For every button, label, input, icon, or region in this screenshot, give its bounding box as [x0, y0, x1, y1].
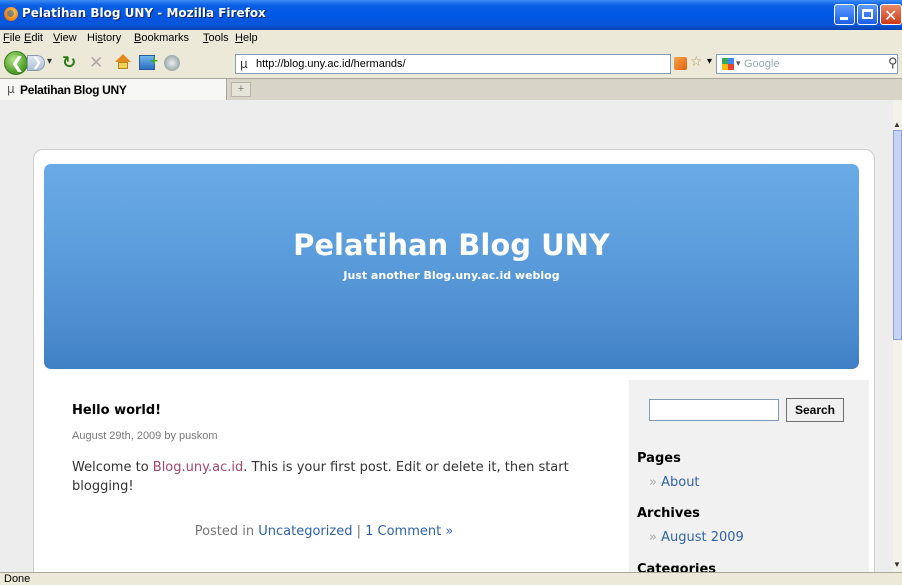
raquo-icon: »	[649, 530, 662, 545]
menu-file-rest: ile	[9, 32, 21, 44]
window-title: Pelatihan Blog UNY - Mozilla Firefox	[22, 6, 266, 20]
menu-file-key: F	[3, 32, 10, 44]
post-body-link[interactable]: Blog.uny.ac.id	[153, 460, 243, 475]
menu-history[interactable]: History	[87, 32, 121, 44]
post-meta-separator: |	[352, 524, 366, 539]
url-text[interactable]: http://blog.uny.ac.id/hermands/	[256, 58, 406, 70]
close-icon: ✕	[884, 6, 898, 25]
star-icon[interactable]: ☆	[690, 54, 703, 70]
archive-link-label: August 2009	[661, 530, 744, 545]
site-favicon-icon: µ	[240, 57, 248, 71]
menu-edit[interactable]: Edit	[24, 32, 43, 44]
maximize-button[interactable]	[857, 4, 878, 25]
rss-icon[interactable]	[674, 57, 687, 70]
menu-bookmarks-rest: ookmarks	[141, 32, 190, 44]
sidebar: Search Pages » About Archives » August 2…	[629, 380, 869, 572]
menu-file[interactable]: File	[3, 32, 21, 44]
sidebar-link-august-2009[interactable]: » August 2009	[649, 530, 744, 545]
pages-heading: Pages	[637, 451, 681, 466]
url-bar[interactable]: µ http://blog.uny.ac.id/hermands/	[235, 54, 671, 74]
maximize-icon	[862, 9, 873, 19]
back-icon: ❮	[11, 55, 24, 72]
post-meta-prefix: Posted in	[194, 524, 259, 539]
window-titlebar[interactable]: Pelatihan Blog UNY - Mozilla Firefox ✕	[0, 0, 902, 30]
sidebar-link-about[interactable]: » About	[649, 475, 700, 490]
engine-dropdown-icon[interactable]: ▾	[736, 58, 741, 69]
stop-button[interactable]: ✕	[89, 53, 103, 73]
reload-button[interactable]: ↻	[62, 53, 76, 73]
back-button[interactable]: ❮	[4, 51, 28, 75]
menu-tools-rest: ools	[208, 32, 229, 44]
close-button[interactable]: ✕	[880, 4, 902, 25]
comments-link[interactable]: 1 Comment »	[365, 524, 453, 539]
blog-tagline: Just another Blog.uny.ac.id weblog	[343, 269, 560, 282]
menu-view-rest: iew	[60, 32, 77, 44]
home-wall	[118, 62, 128, 69]
blog-title[interactable]: Pelatihan Blog UNY	[44, 228, 859, 262]
post-date: August 29th, 2009 by puskom	[72, 430, 218, 442]
forward-icon: ❯	[32, 55, 43, 69]
tab-pelatihan-blog[interactable]: µ Pelatihan Blog UNY	[0, 79, 227, 100]
blog-header[interactable]: Pelatihan Blog UNY Just another Blog.uny…	[44, 164, 859, 369]
tab-favicon-icon: µ	[7, 82, 15, 96]
minimize-icon	[840, 17, 848, 20]
menu-help-rest: elp	[242, 32, 258, 44]
menu-bar: File Edit View History Bookmarks Tools H…	[0, 30, 902, 48]
sidebar-search-input[interactable]	[649, 399, 779, 421]
home-roof	[115, 54, 131, 62]
menu-help-key: H	[235, 32, 243, 44]
page-content: Pelatihan Blog UNY Just another Blog.uny…	[0, 100, 893, 572]
vertical-scrollbar[interactable]: ▲ ▼	[893, 100, 902, 572]
post-body: Welcome to Blog.uny.ac.id. This is your …	[72, 458, 592, 496]
post-meta: Posted in Uncategorized | 1 Comment »	[34, 524, 614, 539]
history-dropdown-icon[interactable]: ▾	[47, 56, 52, 67]
status-bar: Done	[0, 572, 902, 585]
search-placeholder: Google	[744, 58, 780, 70]
google-icon[interactable]	[722, 58, 734, 70]
forward-button[interactable]: ❯	[27, 55, 45, 71]
menu-edit-rest: dit	[31, 32, 43, 44]
scroll-down-icon[interactable]: ▼	[893, 560, 901, 569]
blog-container: Pelatihan Blog UNY Just another Blog.uny…	[33, 149, 875, 572]
menu-tools[interactable]: Tools	[203, 32, 229, 44]
extension-icon[interactable]	[164, 55, 180, 71]
category-link[interactable]: Uncategorized	[258, 524, 352, 539]
about-link-label: About	[661, 475, 700, 490]
menu-help[interactable]: Help	[235, 32, 258, 44]
scrollbar-thumb[interactable]	[893, 130, 902, 340]
raquo-icon: »	[649, 475, 662, 490]
archives-heading: Archives	[637, 506, 700, 521]
menu-history-rest: tory	[102, 32, 122, 44]
sidebar-search-button[interactable]: Search	[786, 398, 844, 422]
home-icon[interactable]	[115, 54, 131, 70]
url-dropdown-icon[interactable]: ▾	[707, 56, 712, 67]
post-body-prefix: Welcome to	[72, 460, 153, 475]
firefox-icon	[4, 7, 18, 21]
scroll-up-icon[interactable]: ▲	[893, 120, 901, 129]
tab-label: Pelatihan Blog UNY	[20, 83, 127, 97]
categories-heading: Categories	[637, 562, 717, 572]
new-tab-button[interactable]: +	[231, 82, 251, 97]
minimize-button[interactable]	[834, 4, 855, 25]
menu-bookmarks[interactable]: Bookmarks	[134, 32, 189, 44]
menu-history-pre: Hi	[87, 32, 98, 44]
magnifier-icon[interactable]: ⚲	[888, 55, 898, 71]
search-engine-box[interactable]: ▾ Google	[716, 54, 898, 74]
status-text: Done	[4, 573, 31, 585]
menu-view[interactable]: View	[53, 32, 77, 44]
plus-icon: +	[150, 53, 158, 68]
bookmark-add-icon[interactable]: +	[139, 53, 158, 70]
post-title[interactable]: Hello world!	[72, 403, 161, 418]
